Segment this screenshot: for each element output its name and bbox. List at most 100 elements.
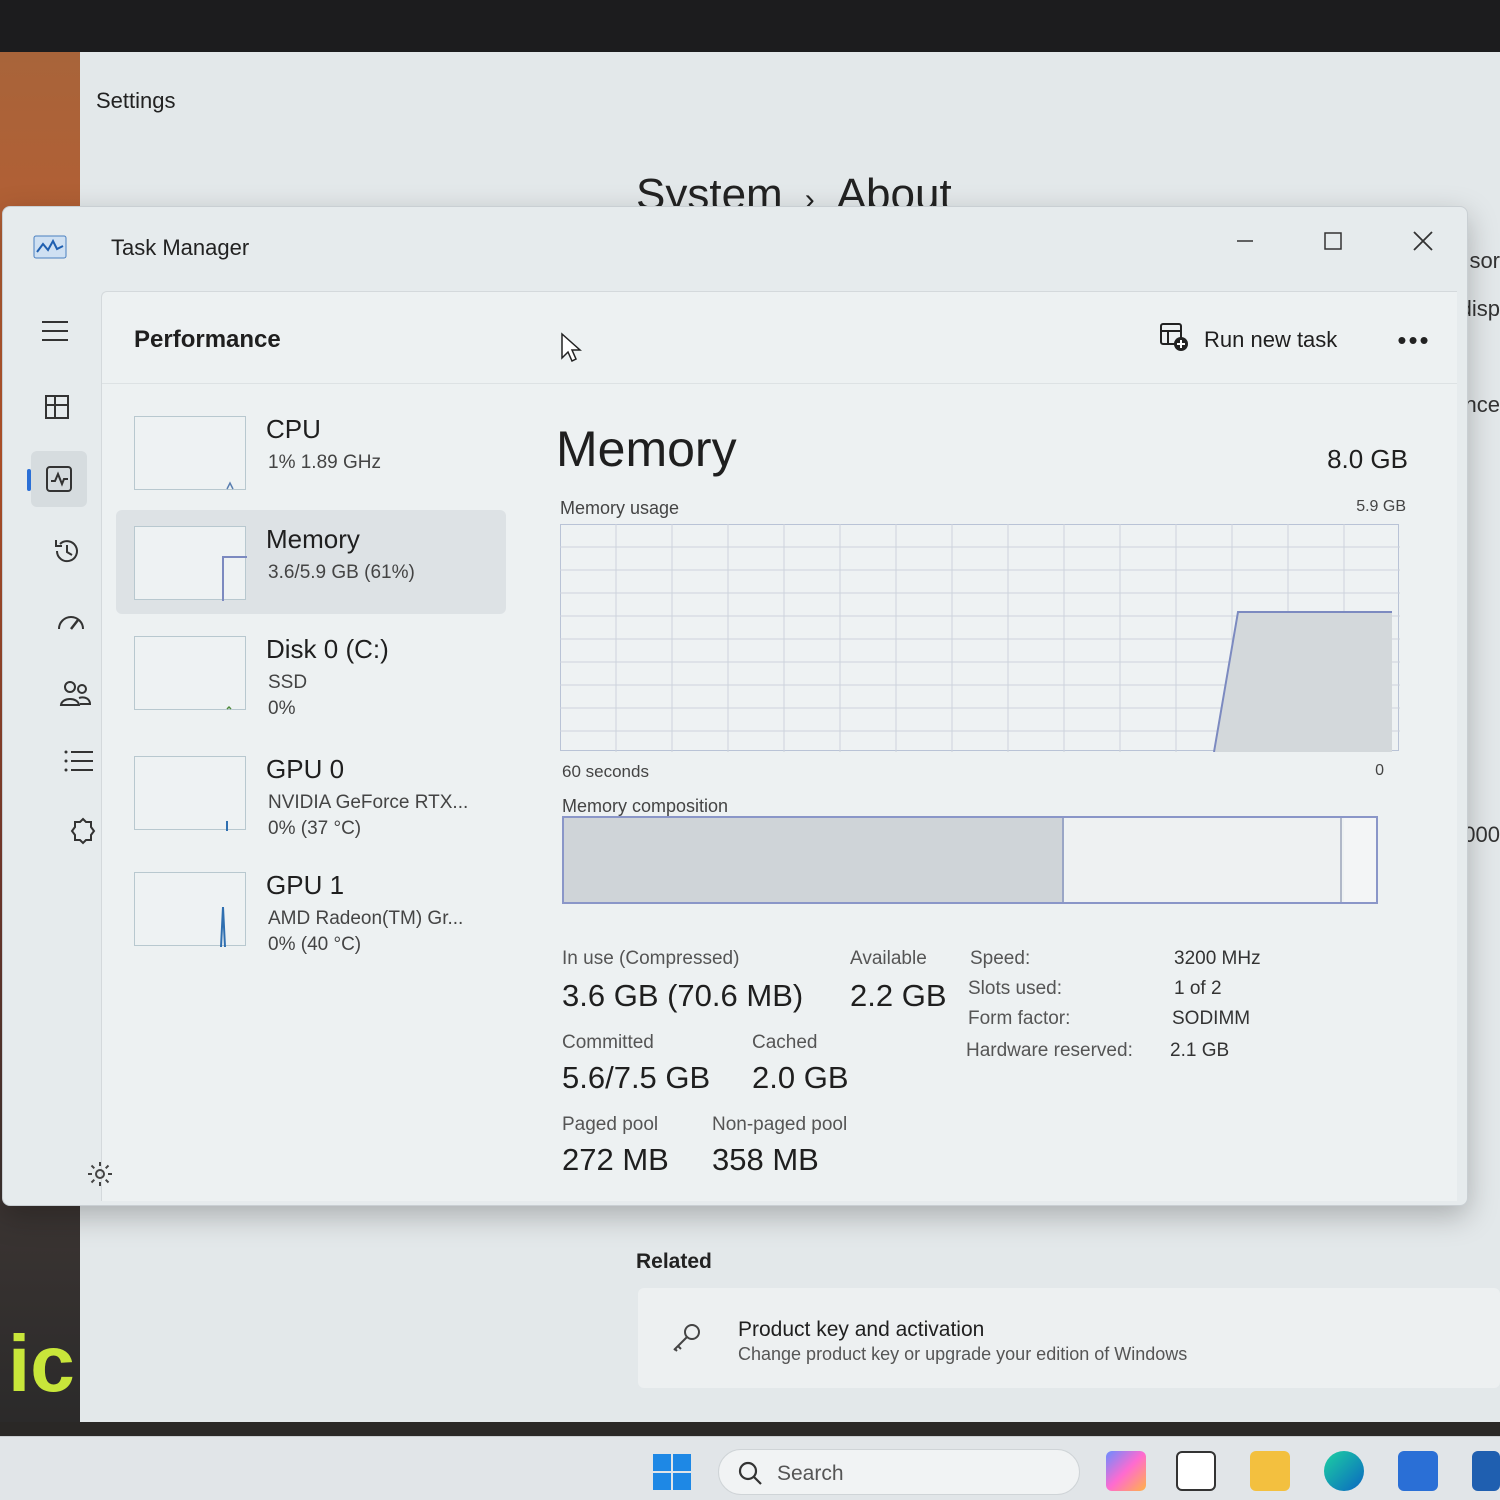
settings-gear-icon[interactable]: [84, 1158, 116, 1190]
file-explorer-icon[interactable]: [1250, 1451, 1290, 1491]
device-disk-0[interactable]: Disk 0 (C:) SSD 0%: [116, 620, 506, 724]
minimize-button[interactable]: [1215, 221, 1275, 261]
memory-total: 8.0 GB: [1327, 444, 1408, 474]
spec-form-factor-label: Form factor:: [968, 1008, 1071, 1029]
device-memory[interactable]: Memory 3.6/5.9 GB (61%): [116, 510, 506, 614]
device-gpu-0[interactable]: GPU 0 NVIDIA GeForce RTX... 0% (37 °C): [116, 740, 506, 844]
close-button[interactable]: [1393, 221, 1453, 261]
detail-title: Memory: [556, 421, 737, 477]
wallpaper-text: ic: [8, 1319, 75, 1408]
composition-label: Memory composition: [562, 796, 729, 816]
spec-slots-value: 1 of 2: [1174, 978, 1222, 999]
windows-start-icon[interactable]: [652, 1453, 692, 1491]
run-new-task-button[interactable]: Run new task: [1158, 320, 1337, 360]
composition-in-use: [564, 818, 1064, 902]
search-placeholder: Search: [777, 1462, 844, 1485]
navigation-rail: [3, 291, 103, 1201]
device-utilization: 0% (37 °C): [268, 818, 362, 839]
spec-hardware-reserved-label: Hardware reserved:: [966, 1040, 1133, 1061]
pinned-app-icon[interactable]: [1472, 1451, 1500, 1491]
settings-title: Settings: [96, 88, 176, 113]
device-name: CPU: [266, 414, 321, 444]
related-heading: Related: [636, 1250, 712, 1273]
spec-slots-label: Slots used:: [968, 978, 1062, 999]
in-use-value: 3.6 GB (70.6 MB): [562, 978, 804, 1013]
paged-pool-label: Paged pool: [562, 1114, 659, 1135]
taskbar: Search: [0, 1436, 1500, 1500]
device-utilization: 0% (40 °C): [268, 934, 362, 955]
cpu-thumbnail-graph: [134, 416, 246, 490]
device-name: Disk 0 (C:): [266, 634, 389, 664]
available-value: 2.2 GB: [850, 978, 947, 1013]
hamburger-menu-icon[interactable]: [27, 303, 83, 359]
committed-value: 5.6/7.5 GB: [562, 1060, 711, 1095]
device-name: GPU 1: [266, 870, 345, 900]
usage-area: [1214, 612, 1392, 752]
window-title: Task Manager: [111, 235, 250, 260]
gpu0-thumbnail-graph: [134, 756, 246, 831]
usage-graph-max: 5.9 GB: [1356, 498, 1406, 515]
spec-hardware-reserved-value: 2.1 GB: [1170, 1040, 1230, 1061]
performance-icon[interactable]: [27, 451, 87, 507]
available-label: Available: [850, 948, 927, 969]
device-cpu[interactable]: CPU 1% 1.89 GHz: [116, 400, 506, 504]
title-bar[interactable]: Task Manager: [3, 207, 1467, 287]
device-detail: NVIDIA GeForce RTX...: [268, 792, 469, 813]
page-header: Performance Run new task •••: [102, 292, 1457, 384]
spec-speed-value: 3200 MHz: [1174, 948, 1261, 969]
disk-thumbnail-graph: [134, 636, 246, 710]
device-gpu-1[interactable]: GPU 1 AMD Radeon(TM) Gr... 0% (40 °C): [116, 856, 506, 960]
device-name: GPU 0: [266, 754, 345, 784]
run-new-task-label: Run new task: [1204, 327, 1338, 352]
spec-form-factor-value: SODIMM: [1172, 1008, 1251, 1029]
cached-label: Cached: [752, 1032, 818, 1053]
usage-graph-label: Memory usage: [560, 498, 680, 518]
product-key-card[interactable]: Product key and activation Change produc…: [638, 1288, 1500, 1388]
composition-free: [1344, 818, 1376, 902]
task-manager-window: Task Manager Performance Run new task ••…: [2, 206, 1468, 1206]
performance-page: Performance Run new task ••• CPU 1% 1.89…: [101, 291, 1457, 1201]
device-detail: 3.6/5.9 GB (61%): [268, 562, 415, 583]
device-detail: AMD Radeon(TM) Gr...: [268, 908, 464, 929]
task-manager-app-icon: [33, 235, 67, 259]
active-indicator: [27, 469, 31, 491]
run-task-icon: [1158, 321, 1190, 359]
users-icon[interactable]: [47, 665, 103, 721]
related-card-title: Product key and activation: [738, 1318, 985, 1341]
app-history-icon[interactable]: [39, 523, 95, 579]
edge-browser-icon[interactable]: [1324, 1451, 1364, 1491]
graph-axis-left: 60 seconds: [562, 762, 649, 781]
device-detail: 1% 1.89 GHz: [268, 452, 381, 473]
non-paged-pool-label: Non-paged pool: [712, 1114, 848, 1135]
copilot-icon[interactable]: [1106, 1451, 1146, 1491]
committed-label: Committed: [562, 1032, 654, 1053]
processes-icon[interactable]: [29, 379, 85, 435]
page-title: Performance: [134, 326, 281, 353]
key-icon: [668, 1320, 704, 1356]
task-view-icon[interactable]: [1176, 1451, 1216, 1491]
more-options-icon[interactable]: •••: [1392, 320, 1436, 360]
usage-graph-svg: [560, 524, 1400, 753]
non-paged-pool-value: 358 MB: [712, 1142, 819, 1177]
composition-standby: [1066, 818, 1342, 902]
details-icon[interactable]: [51, 733, 107, 789]
device-name: Memory: [266, 524, 360, 554]
memory-thumbnail-graph: [134, 526, 247, 601]
gpu1-thumbnail-graph: [134, 872, 246, 948]
device-utilization: 0%: [268, 698, 296, 719]
mouse-cursor-icon: [560, 332, 582, 369]
settings-fragment: sor: [1469, 248, 1500, 273]
memory-usage-graph: [560, 524, 1400, 753]
device-detail: SSD: [268, 672, 308, 693]
spec-speed-label: Speed:: [970, 948, 1031, 969]
startup-apps-icon[interactable]: [43, 595, 99, 651]
in-use-label: In use (Compressed): [562, 948, 740, 969]
screen-bezel: [0, 0, 1500, 52]
taskbar-search-box[interactable]: Search: [718, 1449, 1080, 1495]
graph-axis-right: 0: [1375, 762, 1384, 779]
paged-pool-value: 272 MB: [562, 1142, 669, 1177]
maximize-button[interactable]: [1303, 221, 1363, 261]
microsoft-store-icon[interactable]: [1398, 1451, 1438, 1491]
memory-composition-bar: [562, 816, 1378, 904]
cached-value: 2.0 GB: [752, 1060, 849, 1095]
